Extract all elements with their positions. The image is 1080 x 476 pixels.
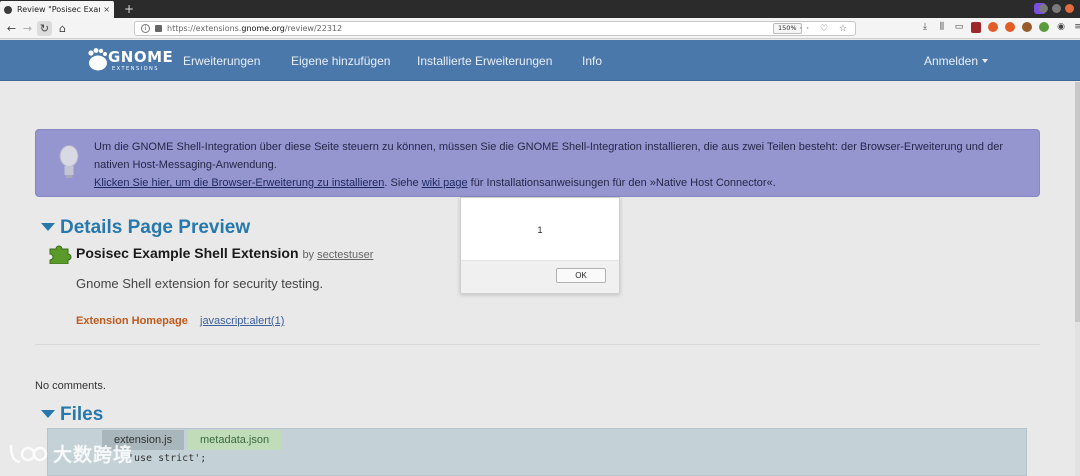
ublock-origin-icon[interactable] [971,22,981,33]
nav-installed[interactable]: Installierte Erweiterungen [417,54,552,68]
section-divider [35,344,1040,345]
details-section-title[interactable]: Details Page Preview [41,217,250,239]
login-menu[interactable]: Anmelden [924,54,988,68]
alert-message: 1 [537,225,543,235]
browser-nav-bar: ← → ↻ ⌂ i https://extensions.gnome.org/r… [0,18,1080,39]
url-text[interactable]: https://extensions.gnome.org/review/2231… [167,23,342,35]
author-link[interactable]: sectestuser [317,249,373,261]
files-section-title[interactable]: Files [41,404,103,426]
nav-info[interactable]: Info [582,54,602,68]
caret-down-icon [982,59,988,63]
browser-tab-bar: Review "Posisec Example Shell Extension"… [0,0,1080,18]
url-domain: gnome.org [241,24,285,33]
site-info-icon[interactable]: i [141,24,150,33]
home-icon[interactable]: ⌂ [55,21,70,36]
puzzle-piece-icon [49,245,72,264]
watermark-text: 大数跨境 [53,444,134,466]
sidebar-icon[interactable]: ▭ [954,22,964,33]
notice-text: Um die GNOME Shell-Integration über dies… [94,138,1029,192]
menu-icon[interactable]: ≡ [1073,22,1080,33]
wiki-page-link[interactable]: wiki page [422,177,468,189]
notice-mid-text: . Siehe [384,177,422,189]
alert-footer: OK [461,260,619,293]
lock-icon [155,25,162,32]
extension-name: Posisec Example Shell Extension by secte… [76,245,373,261]
shield-icon[interactable]: ◉ [1056,22,1066,33]
maximize-icon[interactable] [1052,4,1061,13]
gnome-foot-icon [88,48,107,71]
details-title-text: Details Page Preview [60,217,251,238]
files-panel: extension.js metadata.json 'use strict'; [47,428,1027,476]
library-icon[interactable]: ⫼ [937,22,947,33]
gnome-favicon-icon [4,5,12,14]
minimize-icon[interactable] [1039,4,1048,13]
files-title-text: Files [60,404,104,425]
logo-subtitle: EXTENSIONS [112,66,159,72]
window-controls [1039,4,1074,13]
back-arrow-icon[interactable]: ← [4,21,19,36]
extension-name-text: Posisec Example Shell Extension [76,245,299,261]
collapse-triangle-icon [41,410,55,418]
alert-dialog: 1 OK [460,197,620,294]
new-tab-button[interactable]: + [124,1,134,17]
tab-title: Review "Posisec Example Shell Extension" [17,5,100,14]
gnome-extensions-logo[interactable]: GNOME EXTENSIONS [86,45,173,77]
extension-red-icon[interactable] [1005,22,1015,32]
no-comments-text: No comments. [35,380,106,392]
nav-add-own[interactable]: Eigene hinzufügen [291,54,390,68]
ok-button[interactable]: OK [556,268,606,283]
code-line: 'use strict'; [128,453,207,464]
page-scrollbar[interactable] [1075,82,1080,476]
download-icon[interactable]: ⤓ [920,22,930,33]
tab-close-icon[interactable]: × [103,5,110,14]
url-path: /review/22312 [284,24,343,33]
logo-word: GNOME [108,48,174,66]
homepage-link[interactable]: javascript:alert(1) [200,315,284,327]
extension-green-icon[interactable] [1039,22,1049,32]
extension-byline: by sectestuser [302,249,373,261]
shell-integration-notice: Um die GNOME Shell-Integration über dies… [35,129,1040,197]
homepage-label: Extension Homepage [76,315,188,327]
scrollbar-thumb[interactable] [1075,82,1080,322]
cookie-icon[interactable] [1022,22,1032,32]
install-extension-link[interactable]: Klicken Sie hier, um die Browser-Erweite… [94,177,384,189]
lightbulb-icon [59,145,79,178]
forward-arrow-icon[interactable]: → [20,21,35,36]
by-label: by [302,249,315,261]
file-tab-metadata-json[interactable]: metadata.json [188,430,282,450]
browser-toolbar-icons: ⤓ ⫼ ▭ ◉ ≡ [920,22,1080,33]
watermark: 大数跨境 [8,440,133,467]
reload-icon[interactable]: ↻ [37,21,52,36]
nav-extensions[interactable]: Erweiterungen [183,54,260,68]
page-actions-icons[interactable]: ··· ♡ ☆ [793,23,851,35]
url-bar[interactable]: i https://extensions.gnome.org/review/22… [134,21,856,36]
extension-description: Gnome Shell extension for security testi… [76,276,324,291]
site-header: GNOME EXTENSIONS Erweiterungen Eigene hi… [0,40,1080,81]
browser-tab[interactable]: Review "Posisec Example Shell Extension"… [0,1,114,18]
login-label: Anmelden [923,54,978,68]
url-prefix: https://extensions. [167,24,242,33]
notice-line: Um die GNOME Shell-Integration über dies… [94,141,1003,171]
notice-end-text: für Installationsanweisungen für den »Na… [467,177,776,189]
extension-orange-icon[interactable] [988,22,998,32]
watermark-logo-icon [9,444,48,463]
collapse-triangle-icon [41,223,55,231]
window-close-icon[interactable] [1065,4,1074,13]
